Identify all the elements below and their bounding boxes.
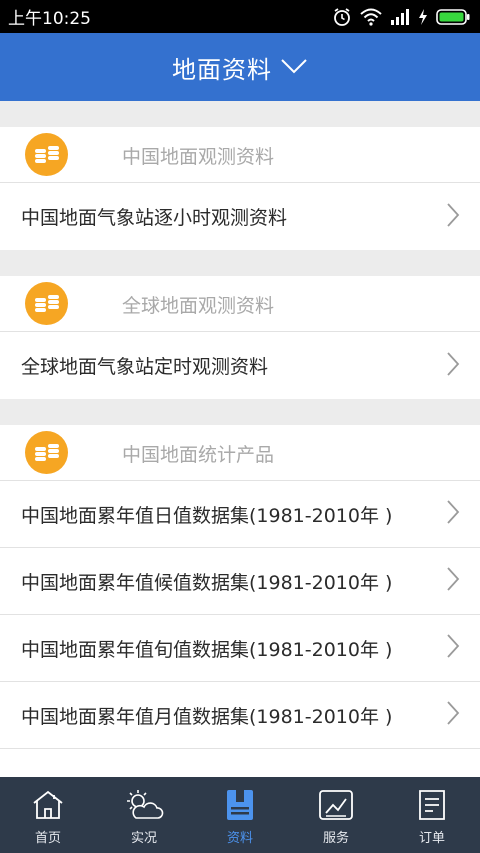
- signal-icon: [390, 8, 410, 25]
- content-list[interactable]: 中国地面观测资料 中国地面气象站逐小时观测资料 全球地面观测资料 全球地面气象站…: [0, 101, 480, 777]
- list-item-label: 中国地面累年值日值数据集(1981-2010年 ): [21, 504, 393, 527]
- list-item-label: 全球地面气象站定时观测资料: [21, 356, 269, 378]
- list-item-partial[interactable]: [0, 749, 480, 777]
- list-item[interactable]: 中国地面累年值旬值数据集(1981-2010年 ): [0, 615, 480, 682]
- data-icon: [225, 788, 255, 822]
- section-header: 中国地面观测资料: [0, 127, 480, 183]
- order-icon: [416, 788, 448, 822]
- page-title[interactable]: 地面资料: [172, 50, 272, 85]
- list-item[interactable]: 全球地面气象站定时观测资料: [0, 332, 480, 399]
- service-icon: [318, 788, 354, 822]
- chevron-right-icon: [446, 499, 460, 529]
- list-item-label: 中国地面累年值旬值数据集(1981-2010年 ): [21, 638, 393, 661]
- section-title: 全球地面观测资料: [122, 294, 275, 317]
- section-header: 中国地面统计产品: [0, 425, 480, 481]
- status-time: 上午10:25: [8, 9, 91, 29]
- section-title: 中国地面观测资料: [122, 145, 275, 168]
- list-item[interactable]: 中国地面气象站逐小时观测资料: [0, 183, 480, 250]
- bottom-tab-bar: 首页 实况 资料 服务 订单: [0, 777, 480, 853]
- app-header: 地面资料: [0, 33, 480, 101]
- alarm-icon: [332, 7, 352, 27]
- section-title: 中国地面统计产品: [122, 443, 275, 466]
- section-china-surface-obs: 中国地面观测资料 中国地面气象站逐小时观测资料: [0, 127, 480, 250]
- chevron-right-icon: [446, 202, 460, 232]
- list-item-label: 中国地面累年值月值数据集(1981-2010年 ): [21, 705, 393, 728]
- tab-label: 服务: [322, 831, 349, 846]
- list-item[interactable]: 中国地面累年值候值数据集(1981-2010年 ): [0, 548, 480, 615]
- list-item-label: 中国地面累年值候值数据集(1981-2010年 ): [21, 571, 393, 594]
- tab-order[interactable]: 订单: [384, 777, 480, 853]
- database-icon: [25, 133, 68, 176]
- wifi-icon: [360, 8, 382, 26]
- tab-home[interactable]: 首页: [0, 777, 96, 853]
- status-icons: [332, 7, 470, 27]
- section-china-surface-stats: 中国地面统计产品 中国地面累年值日值数据集(1981-2010年 ) 中国地面累…: [0, 425, 480, 777]
- list-item[interactable]: 中国地面累年值月值数据集(1981-2010年 ): [0, 682, 480, 749]
- chevron-right-icon: [446, 351, 460, 381]
- list-item[interactable]: 中国地面累年值日值数据集(1981-2010年 ): [0, 481, 480, 548]
- section-header: 全球地面观测资料: [0, 276, 480, 332]
- weather-icon: [124, 788, 164, 822]
- section-global-surface-obs: 全球地面观测资料 全球地面气象站定时观测资料: [0, 276, 480, 399]
- tab-label: 资料: [226, 831, 253, 846]
- chevron-right-icon: [446, 633, 460, 663]
- tab-label: 订单: [418, 831, 445, 846]
- charging-icon: [418, 8, 428, 25]
- chevron-down-icon[interactable]: [280, 57, 308, 79]
- chevron-right-icon: [446, 700, 460, 730]
- tab-label: 实况: [130, 831, 157, 846]
- battery-icon: [436, 8, 470, 25]
- list-item-label: 中国地面气象站逐小时观测资料: [21, 207, 288, 229]
- home-icon: [31, 788, 65, 822]
- chevron-right-icon: [446, 566, 460, 596]
- tab-label: 首页: [34, 831, 61, 846]
- tab-live[interactable]: 实况: [96, 777, 192, 853]
- status-bar: 上午10:25: [0, 0, 480, 33]
- tab-data[interactable]: 资料: [192, 777, 288, 853]
- tab-service[interactable]: 服务: [288, 777, 384, 853]
- database-icon: [25, 282, 68, 325]
- database-icon: [25, 431, 68, 474]
